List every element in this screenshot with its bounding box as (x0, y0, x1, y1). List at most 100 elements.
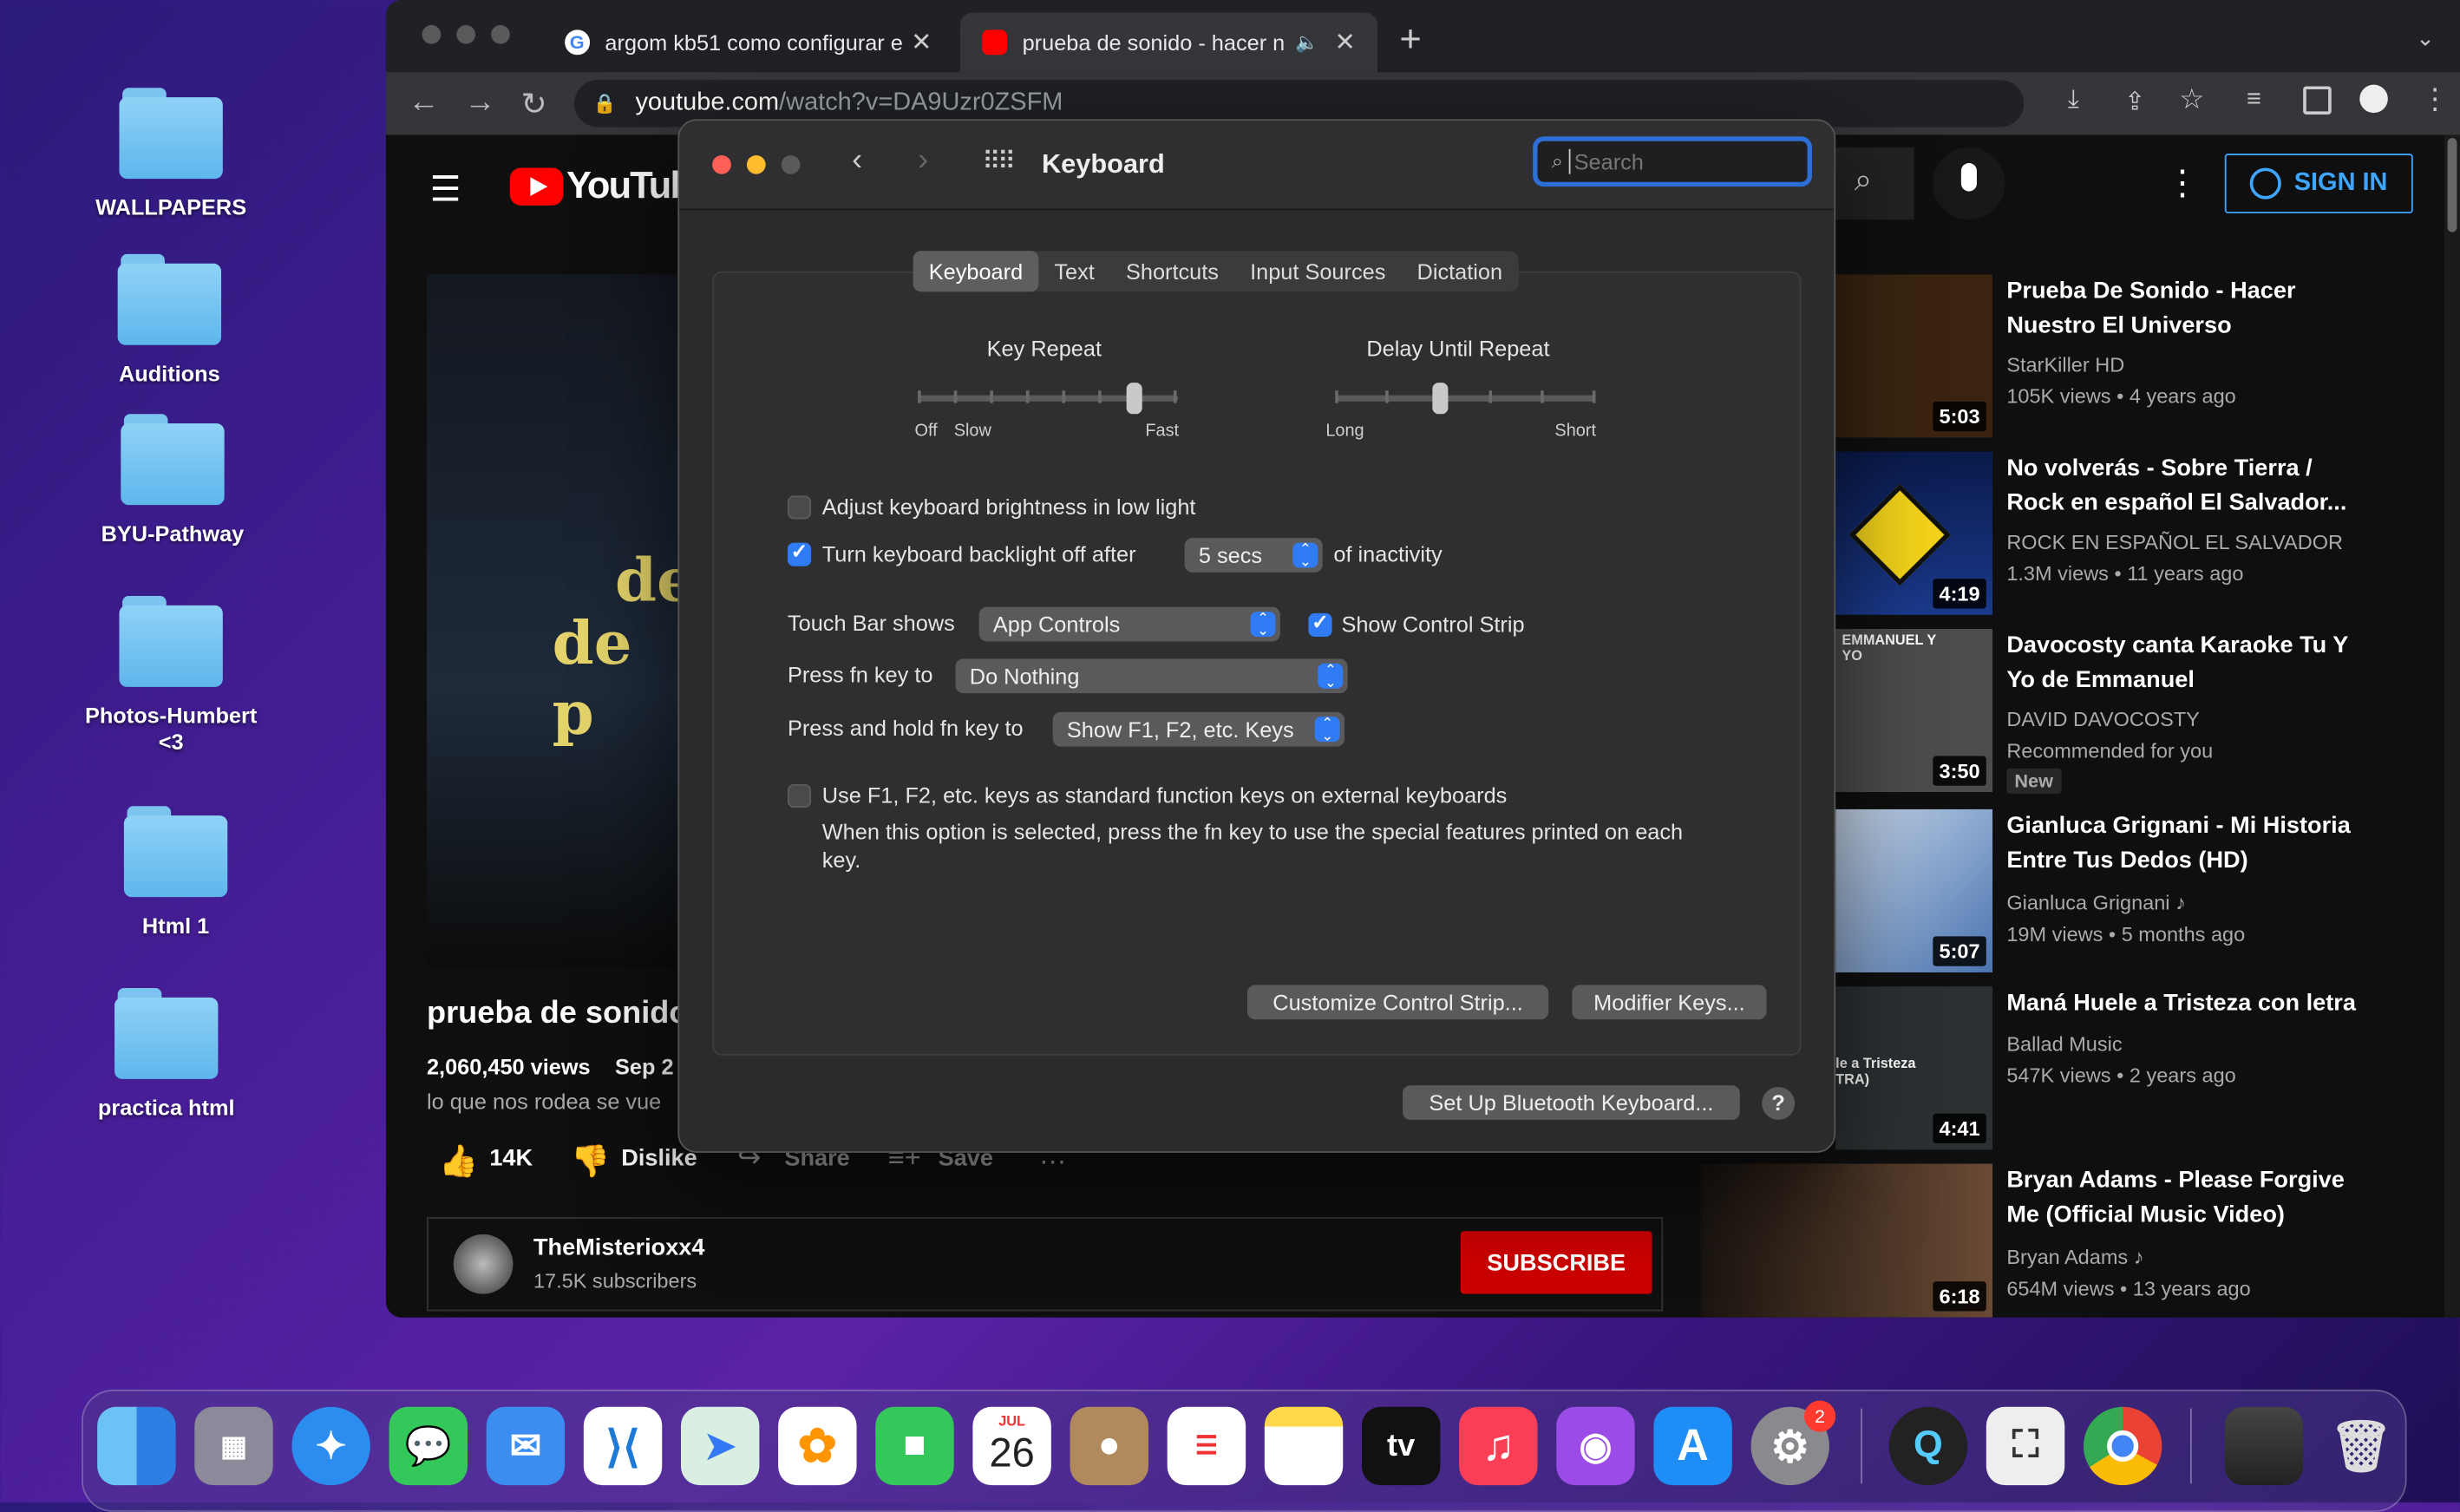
related-channel[interactable]: Ballad Music (2006, 1029, 2383, 1060)
profile-icon[interactable] (2359, 84, 2388, 114)
recent-image-icon[interactable] (2224, 1406, 2304, 1486)
subscribe-button[interactable]: SUBSCRIBE (1460, 1231, 1652, 1294)
install-icon[interactable]: ⤓ (2068, 86, 2079, 115)
screenshot-icon[interactable]: ⛶ (1986, 1406, 2065, 1486)
tab-input-sources[interactable]: Input Sources (1234, 251, 1401, 291)
finder-icon[interactable] (97, 1406, 176, 1486)
adjust-brightness-checkbox[interactable] (787, 495, 812, 520)
tab-keyboard[interactable]: Keyboard (913, 251, 1039, 292)
desktop-folder-wallpapers[interactable]: WALLPAPERS (77, 88, 265, 221)
hamburger-menu-icon[interactable]: ☰ (430, 169, 461, 210)
minimize-button[interactable] (746, 154, 766, 174)
desktop-folder-photos[interactable]: Photos-Humbert <3 (77, 596, 265, 756)
speaker-icon[interactable]: 🔈 (1295, 31, 1318, 53)
fn-hold-select[interactable]: Show F1, F2, etc. Keys ⌃ ⌄ (1052, 711, 1345, 747)
desktop-folder-practica-html[interactable]: practica html (72, 988, 260, 1122)
close-window-button[interactable] (422, 24, 442, 44)
related-channel[interactable]: StarKiller HD (2006, 350, 2383, 381)
scrollbar[interactable] (2444, 134, 2460, 1318)
channel-avatar[interactable] (453, 1234, 514, 1294)
desktop-folder-auditions[interactable]: Auditions (75, 253, 264, 388)
search-input[interactable]: ⌕ Search (1533, 136, 1813, 187)
related-channel-row[interactable]: Bryan Adams ♪ (2006, 1242, 2383, 1273)
tab-dictation[interactable]: Dictation (1401, 251, 1518, 291)
tab-shortcuts[interactable]: Shortcuts (1110, 251, 1234, 291)
dislike-icon[interactable]: 👎 (571, 1142, 610, 1181)
quicktime-icon[interactable]: Q (1888, 1406, 1968, 1486)
bookmark-star-icon[interactable]: ☆ (2179, 83, 2204, 116)
related-title[interactable]: Maná Huele a Tristeza con letra (2006, 986, 2367, 1021)
desktop-folder-html1[interactable]: Html 1 (82, 806, 270, 939)
scrollbar-thumb[interactable] (2447, 138, 2457, 232)
related-title[interactable]: No volverás - Sobre Tierra / Rock en esp… (2006, 452, 2367, 521)
related-thumbnail[interactable]: le a Tristeza TRA) 4:41 (1835, 986, 1993, 1150)
facetime-icon[interactable]: ■ (875, 1406, 954, 1486)
related-thumbnail[interactable]: 5:03 (1835, 274, 1993, 438)
chrome-icon[interactable] (2083, 1406, 2162, 1486)
mail-icon[interactable]: ✉ (486, 1406, 566, 1486)
podcasts-icon[interactable]: ◉ (1556, 1406, 1635, 1486)
zoom-button[interactable] (781, 154, 801, 174)
customize-control-strip-button[interactable]: Customize Control Strip... (1246, 985, 1549, 1020)
control-strip-checkbox[interactable] (1308, 610, 1332, 638)
standard-fn-keys-checkbox[interactable] (787, 784, 812, 808)
forward-icon[interactable]: → (464, 85, 495, 121)
photos-icon[interactable]: ✿ (778, 1406, 857, 1486)
related-thumbnail[interactable]: 6:18 (1700, 1163, 1993, 1318)
app-store-icon[interactable]: A (1653, 1406, 1732, 1486)
related-title[interactable]: Bryan Adams - Please Forgive Me (Officia… (2006, 1164, 2367, 1234)
tab-google-search[interactable]: G argom kb51 como configurar e ✕ (543, 12, 954, 72)
tab-close-icon[interactable]: ✕ (1334, 27, 1355, 58)
related-channel[interactable]: ROCK EN ESPAÑOL EL SALVADOR (2006, 527, 2383, 558)
help-button[interactable]: ? (1762, 1086, 1796, 1120)
side-panel-icon[interactable] (2303, 86, 2332, 115)
safari-icon[interactable]: ✦ (291, 1406, 370, 1486)
delay-repeat-knob[interactable] (1432, 383, 1449, 415)
minimize-window-button[interactable] (456, 24, 476, 44)
reload-icon[interactable]: ↻ (520, 85, 546, 124)
trash-icon[interactable]: 🗑 (2322, 1407, 2400, 1485)
setup-bluetooth-keyboard-button[interactable]: Set Up Bluetooth Keyboard... (1402, 1085, 1740, 1120)
show-all-grid-icon[interactable]: ⠿⠿ (982, 146, 1016, 177)
key-repeat-knob[interactable] (1126, 383, 1142, 415)
related-title[interactable]: Davocosty canta Karaoke Tu Y Yo de Emman… (2006, 629, 2367, 698)
maps-icon[interactable]: ➤ (680, 1406, 760, 1486)
media-control-icon[interactable]: ≡ (2247, 86, 2261, 115)
forward-chevron-icon[interactable]: › (918, 143, 928, 180)
vscode-icon[interactable]: ⟩⟨ (583, 1406, 663, 1486)
modifier-keys-button[interactable]: Modifier Keys... (1572, 985, 1767, 1020)
delay-repeat-slider[interactable] (1335, 395, 1596, 402)
chevron-down-icon[interactable]: ⌄ (2416, 25, 2434, 52)
related-title[interactable]: Prueba De Sonido - Hacer Nuestro El Univ… (2006, 274, 2367, 344)
new-tab-icon[interactable]: + (1399, 19, 1421, 63)
sign-in-button[interactable]: SIGN IN (2224, 154, 2413, 213)
tab-youtube[interactable]: prueba de sonido - hacer n 🔈 ✕ (959, 12, 1378, 73)
backlight-off-checkbox[interactable] (787, 540, 812, 566)
share-icon[interactable]: ⇪ (2124, 86, 2145, 117)
calendar-icon[interactable]: JUL 26 (972, 1406, 1051, 1486)
close-button[interactable] (712, 154, 731, 174)
back-icon[interactable]: ← (408, 85, 439, 121)
related-thumbnail[interactable]: 4:19 (1835, 451, 1993, 615)
related-channel[interactable]: DAVID DAVOCOSTY (2006, 704, 2383, 736)
messages-icon[interactable]: 💬 (389, 1406, 468, 1486)
notes-icon[interactable] (1264, 1406, 1344, 1486)
related-channel-row[interactable]: Gianluca Grignani ♪ (2006, 887, 2383, 919)
zoom-window-button[interactable] (491, 24, 510, 44)
reminders-icon[interactable]: ☰ (1167, 1406, 1246, 1486)
settings-kebab-icon[interactable]: ⋮ (2165, 163, 2200, 204)
menu-kebab-icon[interactable]: ⋮ (2421, 83, 2450, 116)
related-title[interactable]: Gianluca Grignani - Mi Historia Entre Tu… (2006, 809, 2367, 879)
contacts-icon[interactable]: ● (1070, 1406, 1148, 1486)
related-thumbnail[interactable]: 5:07 (1835, 808, 1993, 972)
video-player[interactable]: de de p (426, 274, 695, 968)
back-chevron-icon[interactable]: ‹ (852, 143, 862, 180)
desktop-folder-byu-pathway[interactable]: BYU-Pathway (78, 414, 266, 547)
tab-text[interactable]: Text (1038, 251, 1110, 291)
related-thumbnail[interactable]: EMMANUEL Y YO 3:50 (1835, 629, 1993, 793)
tab-close-icon[interactable]: ✕ (911, 27, 932, 58)
like-icon[interactable]: 👍 (439, 1142, 478, 1181)
music-icon[interactable]: ♫ (1459, 1406, 1538, 1486)
channel-name[interactable]: TheMisterioxx4 (533, 1234, 705, 1261)
fn-key-select[interactable]: Do Nothing ⌃ ⌄ (955, 658, 1348, 694)
